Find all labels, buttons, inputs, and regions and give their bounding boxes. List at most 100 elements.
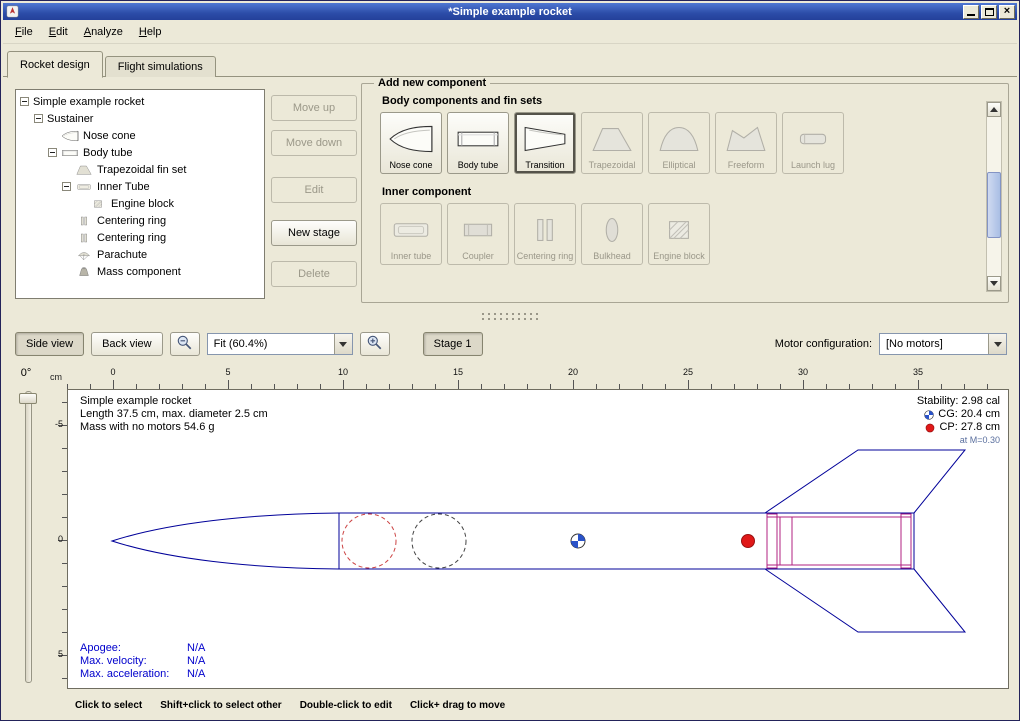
component-tree[interactable]: Simple example rocketSustainer Nose cone B… (15, 89, 265, 299)
back-view-button[interactable]: Back view (91, 332, 163, 356)
chevron-down-icon[interactable] (988, 334, 1006, 354)
expander-icon[interactable] (34, 114, 43, 123)
motor-mount-internals[interactable] (767, 514, 911, 568)
rocket-body-outline[interactable] (112, 513, 914, 569)
menu-analyze[interactable]: Analyze (76, 22, 131, 42)
add-bulkhead-button[interactable]: Bulkhead (581, 203, 643, 265)
stage-1-toggle[interactable]: Stage 1 (423, 332, 483, 356)
launchlug-icon (788, 117, 838, 160)
tree-item-label: Centering ring (97, 215, 166, 227)
add-inner-tube-button[interactable]: Inner tube (380, 203, 442, 265)
fin-lower[interactable] (765, 569, 965, 632)
menu-edit[interactable]: Edit (41, 22, 76, 42)
side-view-button[interactable]: Side view (15, 332, 84, 356)
expander-icon[interactable] (62, 182, 71, 191)
tab-rocket-design[interactable]: Rocket design (7, 51, 103, 78)
expander-icon[interactable] (20, 97, 29, 106)
component-groups: Body components and fin setsNose coneBod… (366, 95, 1008, 265)
flight-value: N/A (187, 668, 205, 681)
rocket-drawing (68, 390, 1008, 688)
title-bar[interactable]: *Simple example rocket × (3, 3, 1017, 20)
add-trapezoidal-button[interactable]: Trapezoidal (581, 112, 643, 174)
delete-button[interactable]: Delete (271, 261, 357, 287)
cg-icon (924, 410, 934, 420)
move-up-button[interactable]: Move up (271, 95, 357, 121)
scrollbar-thumb[interactable] (987, 172, 1001, 238)
panel-splitter[interactable] (1, 307, 1019, 325)
component-button-row: Inner tubeCouplerCentering ringBulkheadE… (380, 203, 1008, 265)
chevron-down-icon[interactable] (334, 334, 352, 354)
zoom-out-button[interactable] (170, 332, 200, 356)
zoom-in-button[interactable] (360, 332, 390, 356)
mach-note: at M=0.30 (917, 434, 1000, 447)
edit-button[interactable]: Edit (271, 177, 357, 203)
fin-upper[interactable] (765, 450, 965, 513)
transition-icon (520, 117, 570, 160)
zoom-out-icon (176, 334, 193, 354)
motor-config-label: Motor configuration: (775, 338, 872, 350)
inner-tube-outline (767, 517, 911, 565)
mass-component-outline[interactable] (412, 514, 466, 568)
tree-item-engine-block[interactable]: Engine block (16, 195, 264, 212)
ruler-unit-label: cm (47, 369, 67, 387)
rocket-canvas[interactable]: Simple example rocketLength 37.5 cm, max… (67, 389, 1009, 689)
stability-legend: Stability: 2.98 cal CG: 20.4 cm CP: 27.8… (917, 395, 1000, 447)
parachute-outline[interactable] (342, 514, 396, 568)
component-button-label: Freeform (728, 160, 765, 170)
add-body-tube-button[interactable]: Body tube (447, 112, 509, 174)
elliptical-icon (654, 117, 704, 160)
tree-item-sustainer[interactable]: Sustainer (16, 110, 264, 127)
rotation-slider-handle[interactable] (19, 393, 37, 404)
rotation-slider[interactable] (25, 391, 32, 683)
component-button-label: Nose cone (389, 160, 432, 170)
action-buttons: Move up Move down Edit New stage Delete (271, 89, 359, 301)
tree-item-mass-component[interactable]: Mass component (16, 263, 264, 280)
flight-label: Apogee: (80, 642, 187, 655)
tree-item-body-tube[interactable]: Body tube (16, 144, 264, 161)
tree-item-simple-example-rocket[interactable]: Simple example rocket (16, 93, 264, 110)
menu-help[interactable]: Help (131, 22, 170, 42)
minimize-icon (967, 14, 975, 16)
flight-value: N/A (187, 655, 205, 668)
trapezoidal-icon (75, 164, 93, 176)
tab-flight-simulations[interactable]: Flight simulations (105, 56, 216, 77)
tree-item-centering-ring[interactable]: Centering ring (16, 212, 264, 229)
component-button-label: Elliptical (662, 160, 695, 170)
engineblock-icon (89, 198, 107, 210)
move-down-button[interactable]: Move down (271, 130, 357, 156)
tree-item-parachute[interactable]: Parachute (16, 246, 264, 263)
innertube-icon (386, 208, 436, 251)
tree-item-label: Mass component (97, 266, 181, 278)
scroll-down-button[interactable] (987, 276, 1001, 291)
scroll-up-button[interactable] (987, 102, 1001, 117)
tree-item-label: Nose cone (83, 130, 136, 142)
motor-config-select[interactable]: [No motors] (879, 333, 1007, 355)
add-freeform-button[interactable]: Freeform (715, 112, 777, 174)
new-stage-button[interactable]: New stage (271, 220, 357, 246)
tab-bar: Rocket designFlight simulations (7, 48, 218, 77)
minimize-button[interactable] (963, 5, 979, 19)
tree-item-label: Engine block (111, 198, 174, 210)
menu-file[interactable]: File (7, 22, 41, 42)
add-transition-button[interactable]: Transition (514, 112, 576, 174)
tree-item-inner-tube[interactable]: Inner Tube (16, 178, 264, 195)
add-engine-block-button[interactable]: Engine block (648, 203, 710, 265)
add-elliptical-button[interactable]: Elliptical (648, 112, 710, 174)
component-button-label: Trapezoidal (589, 160, 636, 170)
expander-icon[interactable] (48, 148, 57, 157)
maximize-button[interactable] (981, 5, 997, 19)
add-nose-cone-button[interactable]: Nose cone (380, 112, 442, 174)
zoom-select[interactable]: Fit (60.4%) (207, 333, 353, 355)
add-launch-lug-button[interactable]: Launch lug (782, 112, 844, 174)
ruler-label: -5 (55, 419, 63, 429)
scrollbar[interactable] (986, 101, 1002, 292)
add-coupler-button[interactable]: Coupler (447, 203, 509, 265)
rocket-info: Simple example rocketLength 37.5 cm, max… (80, 395, 268, 434)
tree-item-trapezoidal-fin-set[interactable]: Trapezoidal fin set (16, 161, 264, 178)
status-hint: Double-click to edit (300, 700, 392, 711)
add-centering-ring-button[interactable]: Centering ring (514, 203, 576, 265)
coupler-icon (453, 208, 503, 251)
tree-item-centering-ring[interactable]: Centering ring (16, 229, 264, 246)
tree-item-nose-cone[interactable]: Nose cone (16, 127, 264, 144)
close-button[interactable]: × (999, 5, 1015, 19)
